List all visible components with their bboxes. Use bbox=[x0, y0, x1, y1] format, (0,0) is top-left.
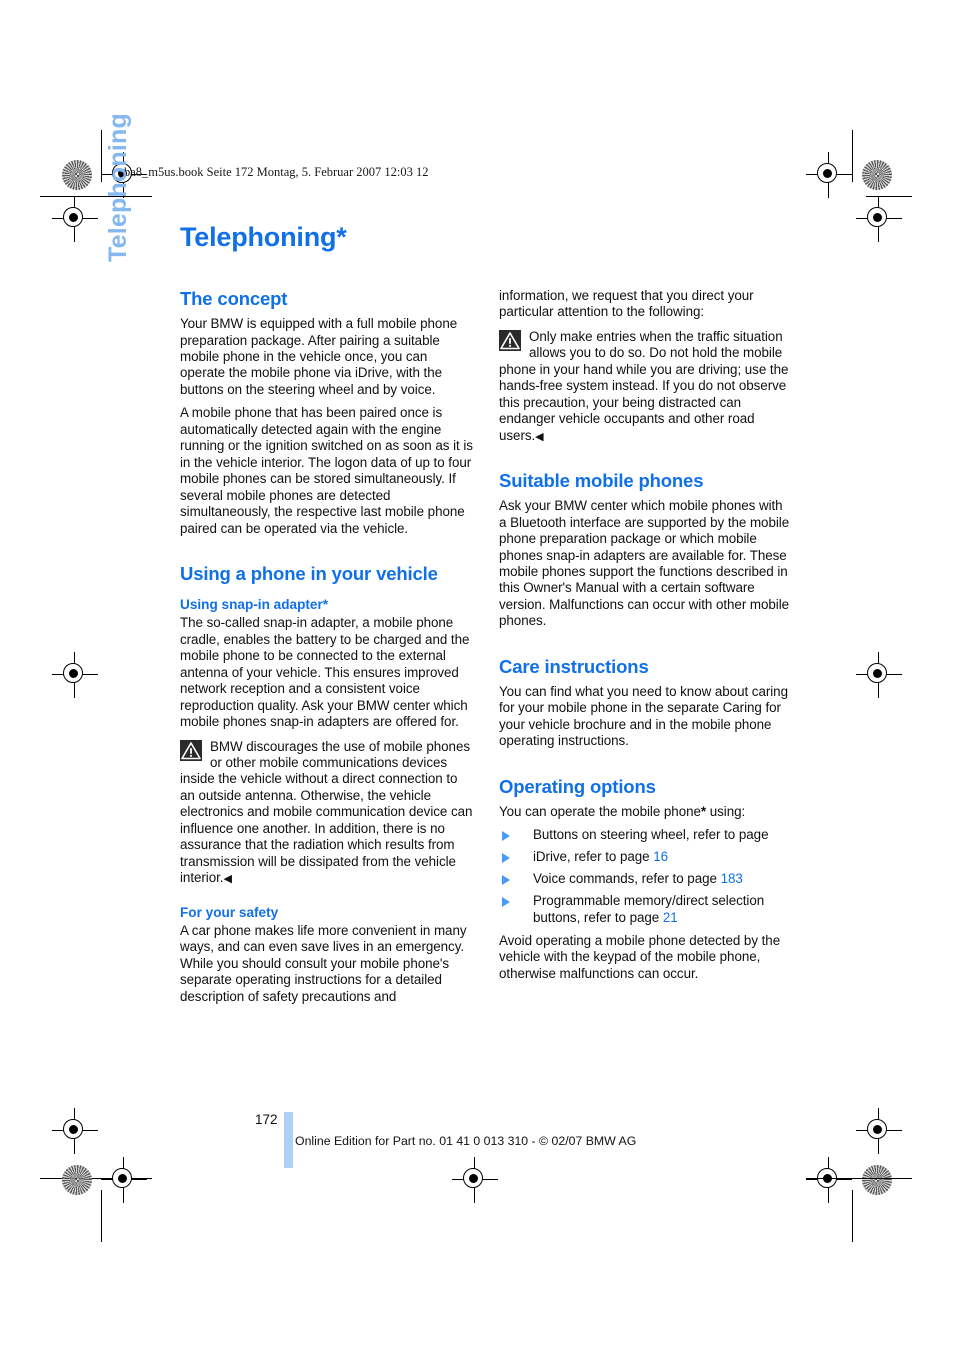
page-reference[interactable]: 183 bbox=[721, 871, 743, 886]
subheading-for-your-safety: For your safety bbox=[180, 904, 279, 920]
paragraph-concept-1: Your BMW is equipped with a full mobile … bbox=[180, 316, 458, 397]
paragraph-continued-from-left: information, we request that you direct … bbox=[499, 288, 754, 320]
crop-rule-bottom-right-horizontal bbox=[806, 1178, 912, 1180]
page-reference[interactable]: 16 bbox=[653, 849, 668, 864]
crop-rule-bottom-left-vertical bbox=[101, 1190, 103, 1242]
registration-mark-bottom-right bbox=[806, 1157, 852, 1203]
intro-text-before-star: You can operate the mobile phone bbox=[499, 803, 701, 819]
heading-care-instructions: Care instructions bbox=[499, 655, 649, 677]
left-column: The concept Your BMW is equipped with a … bbox=[180, 288, 473, 1012]
document-header-line: ba8_m5us.book Seite 172 Montag, 5. Febru… bbox=[124, 165, 429, 179]
paragraph-for-your-safety: A car phone makes life more convenient i… bbox=[180, 922, 467, 1004]
footer-edition-note: Online Edition for Part no. 01 41 0 013 … bbox=[295, 1134, 637, 1148]
rosette-target-mark-top-left bbox=[62, 160, 92, 190]
list-item: iDrive, refer to page 16 bbox=[499, 849, 792, 865]
warning-text-body: BMW discourages the use of mobile phones… bbox=[180, 738, 473, 886]
intro-text-after-star: using: bbox=[706, 803, 746, 819]
warning-end-mark: ◀ bbox=[535, 430, 544, 443]
rosette-target-mark-top-right bbox=[862, 160, 892, 190]
triangle-bullet-icon bbox=[502, 852, 510, 863]
warning-triangle-icon bbox=[180, 739, 202, 761]
registration-mark-bottom-left bbox=[101, 1157, 147, 1203]
list-item-label: iDrive, refer to page bbox=[533, 849, 654, 865]
registration-mark-lower-right-edge bbox=[856, 1108, 902, 1154]
heading-suitable-mobile-phones: Suitable mobile phones bbox=[499, 470, 704, 492]
warning-text-body: Only make entries when the traffic situa… bbox=[499, 328, 789, 443]
crop-rule-top-right-vertical bbox=[852, 130, 854, 182]
warning-text-bmw-discourages: BMW discourages the use of mobile phones… bbox=[180, 739, 473, 887]
heading-using-a-phone-in-your-vehicle: Using a phone in your vehicle bbox=[180, 562, 438, 584]
folio-accent-bar bbox=[284, 1112, 293, 1168]
list-item: Voice commands, refer to page 183 bbox=[499, 871, 792, 887]
body-columns: The concept Your BMW is equipped with a … bbox=[180, 288, 792, 1012]
warning-block-bmw-discourages: BMW discourages the use of mobile phones… bbox=[180, 739, 473, 887]
paragraph-concept-2: A mobile phone that has been paired once… bbox=[180, 405, 473, 536]
paragraph-suitable-mobile-phones: Ask your BMW center which mobile phones … bbox=[499, 498, 790, 629]
registration-mark-upper-left-edge bbox=[52, 196, 98, 242]
operating-options-list: Buttons on steering wheel, refer to page… bbox=[499, 827, 792, 926]
document-page: ba8_m5us.book Seite 172 Montag, 5. Febru… bbox=[0, 0, 954, 1351]
triangle-bullet-icon bbox=[502, 896, 510, 907]
page-title: Telephoning* bbox=[180, 222, 347, 252]
list-item-label: Buttons on steering wheel, refer to page bbox=[533, 827, 769, 843]
warning-text-only-make-entries: Only make entries when the traffic situa… bbox=[499, 329, 792, 444]
list-item: Programmable memory/direct selection but… bbox=[499, 893, 792, 926]
list-item: Buttons on steering wheel, refer to page bbox=[499, 827, 792, 843]
paragraph-operating-options-intro: You can operate the mobile phone* using: bbox=[499, 804, 792, 820]
registration-mark-bottom-center bbox=[452, 1157, 498, 1203]
right-column: information, we request that you direct … bbox=[499, 288, 792, 1012]
warning-end-mark: ◀ bbox=[223, 873, 232, 886]
heading-the-concept: The concept bbox=[180, 288, 288, 309]
list-item-label: Voice commands, refer to page bbox=[533, 871, 721, 887]
triangle-bullet-icon bbox=[502, 830, 510, 841]
warning-triangle-icon bbox=[499, 329, 521, 351]
paragraph-operating-options-closing: Avoid operating a mobile phone detected … bbox=[499, 932, 781, 981]
crop-rule-top-right-horizontal bbox=[866, 196, 912, 198]
page-reference[interactable]: 21 bbox=[663, 910, 678, 925]
triangle-bullet-icon bbox=[502, 874, 510, 885]
page-number: 172 bbox=[255, 1112, 278, 1127]
crop-rule-bottom-right-vertical bbox=[852, 1190, 854, 1242]
crop-rule-top-left-vertical bbox=[101, 130, 103, 182]
registration-mark-middle-left bbox=[52, 652, 98, 698]
registration-mark-middle-right bbox=[856, 652, 902, 698]
rosette-target-mark-bottom-right bbox=[862, 1165, 892, 1195]
warning-block-only-make-entries: Only make entries when the traffic situa… bbox=[499, 329, 792, 444]
chapter-side-tab: Telephoning bbox=[104, 113, 132, 262]
list-item-label: Programmable memory/direct selection but… bbox=[533, 893, 765, 925]
registration-mark-upper-right-edge bbox=[856, 196, 902, 242]
heading-operating-options: Operating options bbox=[499, 775, 656, 797]
crop-rule-bottom-left-horizontal bbox=[40, 1178, 152, 1180]
registration-mark-lower-left-edge bbox=[52, 1108, 98, 1154]
rosette-target-mark-bottom-left bbox=[62, 1165, 92, 1195]
paragraph-snap-in-adapter: The so-called snap-in adapter, a mobile … bbox=[180, 615, 470, 730]
paragraph-care-instructions: You can find what you need to know about… bbox=[499, 683, 788, 749]
subheading-using-snap-in-adapter: Using snap-in adapter* bbox=[180, 597, 329, 613]
registration-mark-top-right bbox=[806, 152, 852, 198]
